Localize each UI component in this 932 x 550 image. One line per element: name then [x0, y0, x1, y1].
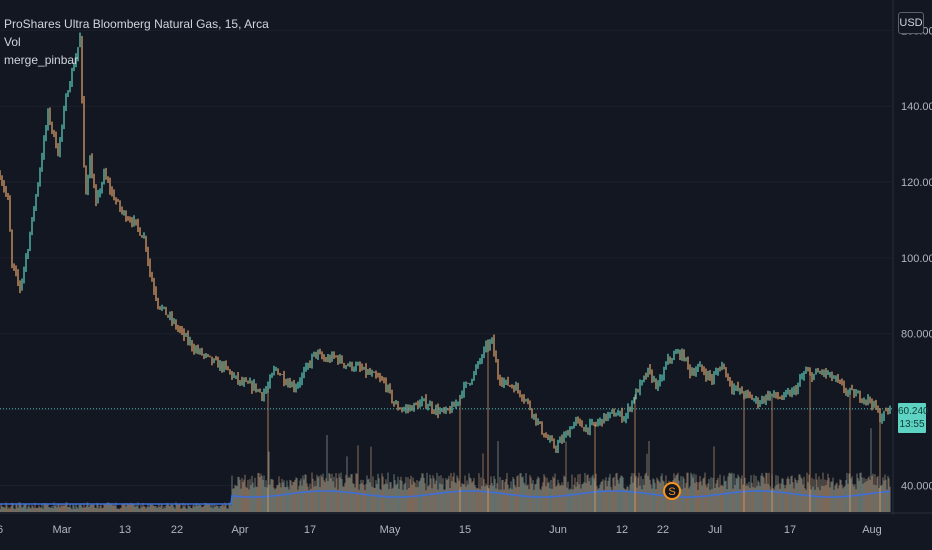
y-tick-label: 40.000: [901, 480, 932, 492]
x-tick-label: 22: [171, 524, 183, 536]
x-tick-label: May: [380, 524, 401, 536]
x-tick-label: 22: [657, 524, 669, 536]
x-tick-label: 12: [616, 524, 628, 536]
y-tick-label: 100.000: [901, 253, 932, 265]
bar-countdown: 13:55: [899, 419, 925, 430]
y-tick-label: 120.000: [901, 177, 932, 189]
x-tick-label: Aug: [862, 524, 882, 536]
x-tick-label: 13: [119, 524, 131, 536]
y-tick-label: 80.000: [901, 329, 932, 341]
x-tick-label: 17: [304, 524, 316, 536]
x-tick-label: 6: [0, 524, 3, 536]
currency-button[interactable]: USD: [898, 12, 924, 34]
chart-background: [0, 0, 932, 550]
split-event-label: S: [668, 486, 675, 498]
volume-indicator-label[interactable]: Vol: [4, 33, 269, 51]
price-chart[interactable]: 40.00080.000100.000120.000140.000160.000…: [0, 0, 932, 550]
x-tick-label: Jul: [708, 524, 722, 536]
x-tick-label: Mar: [53, 524, 72, 536]
last-price-value: 60.240: [898, 406, 929, 417]
x-tick-label: Apr: [231, 524, 248, 536]
last-price-tag: 60.240 13:55: [898, 403, 929, 433]
pinbar-indicator-label[interactable]: merge_pinbar: [4, 51, 269, 69]
symbol-title[interactable]: ProShares Ultra Bloomberg Natural Gas, 1…: [4, 15, 269, 33]
chart-legend: ProShares Ultra Bloomberg Natural Gas, 1…: [4, 15, 269, 69]
x-tick-label: 15: [459, 524, 471, 536]
x-tick-label: 17: [784, 524, 796, 536]
event-marker[interactable]: S: [663, 482, 681, 500]
x-tick-label: Jun: [549, 524, 567, 536]
y-tick-label: 140.000: [901, 101, 932, 113]
